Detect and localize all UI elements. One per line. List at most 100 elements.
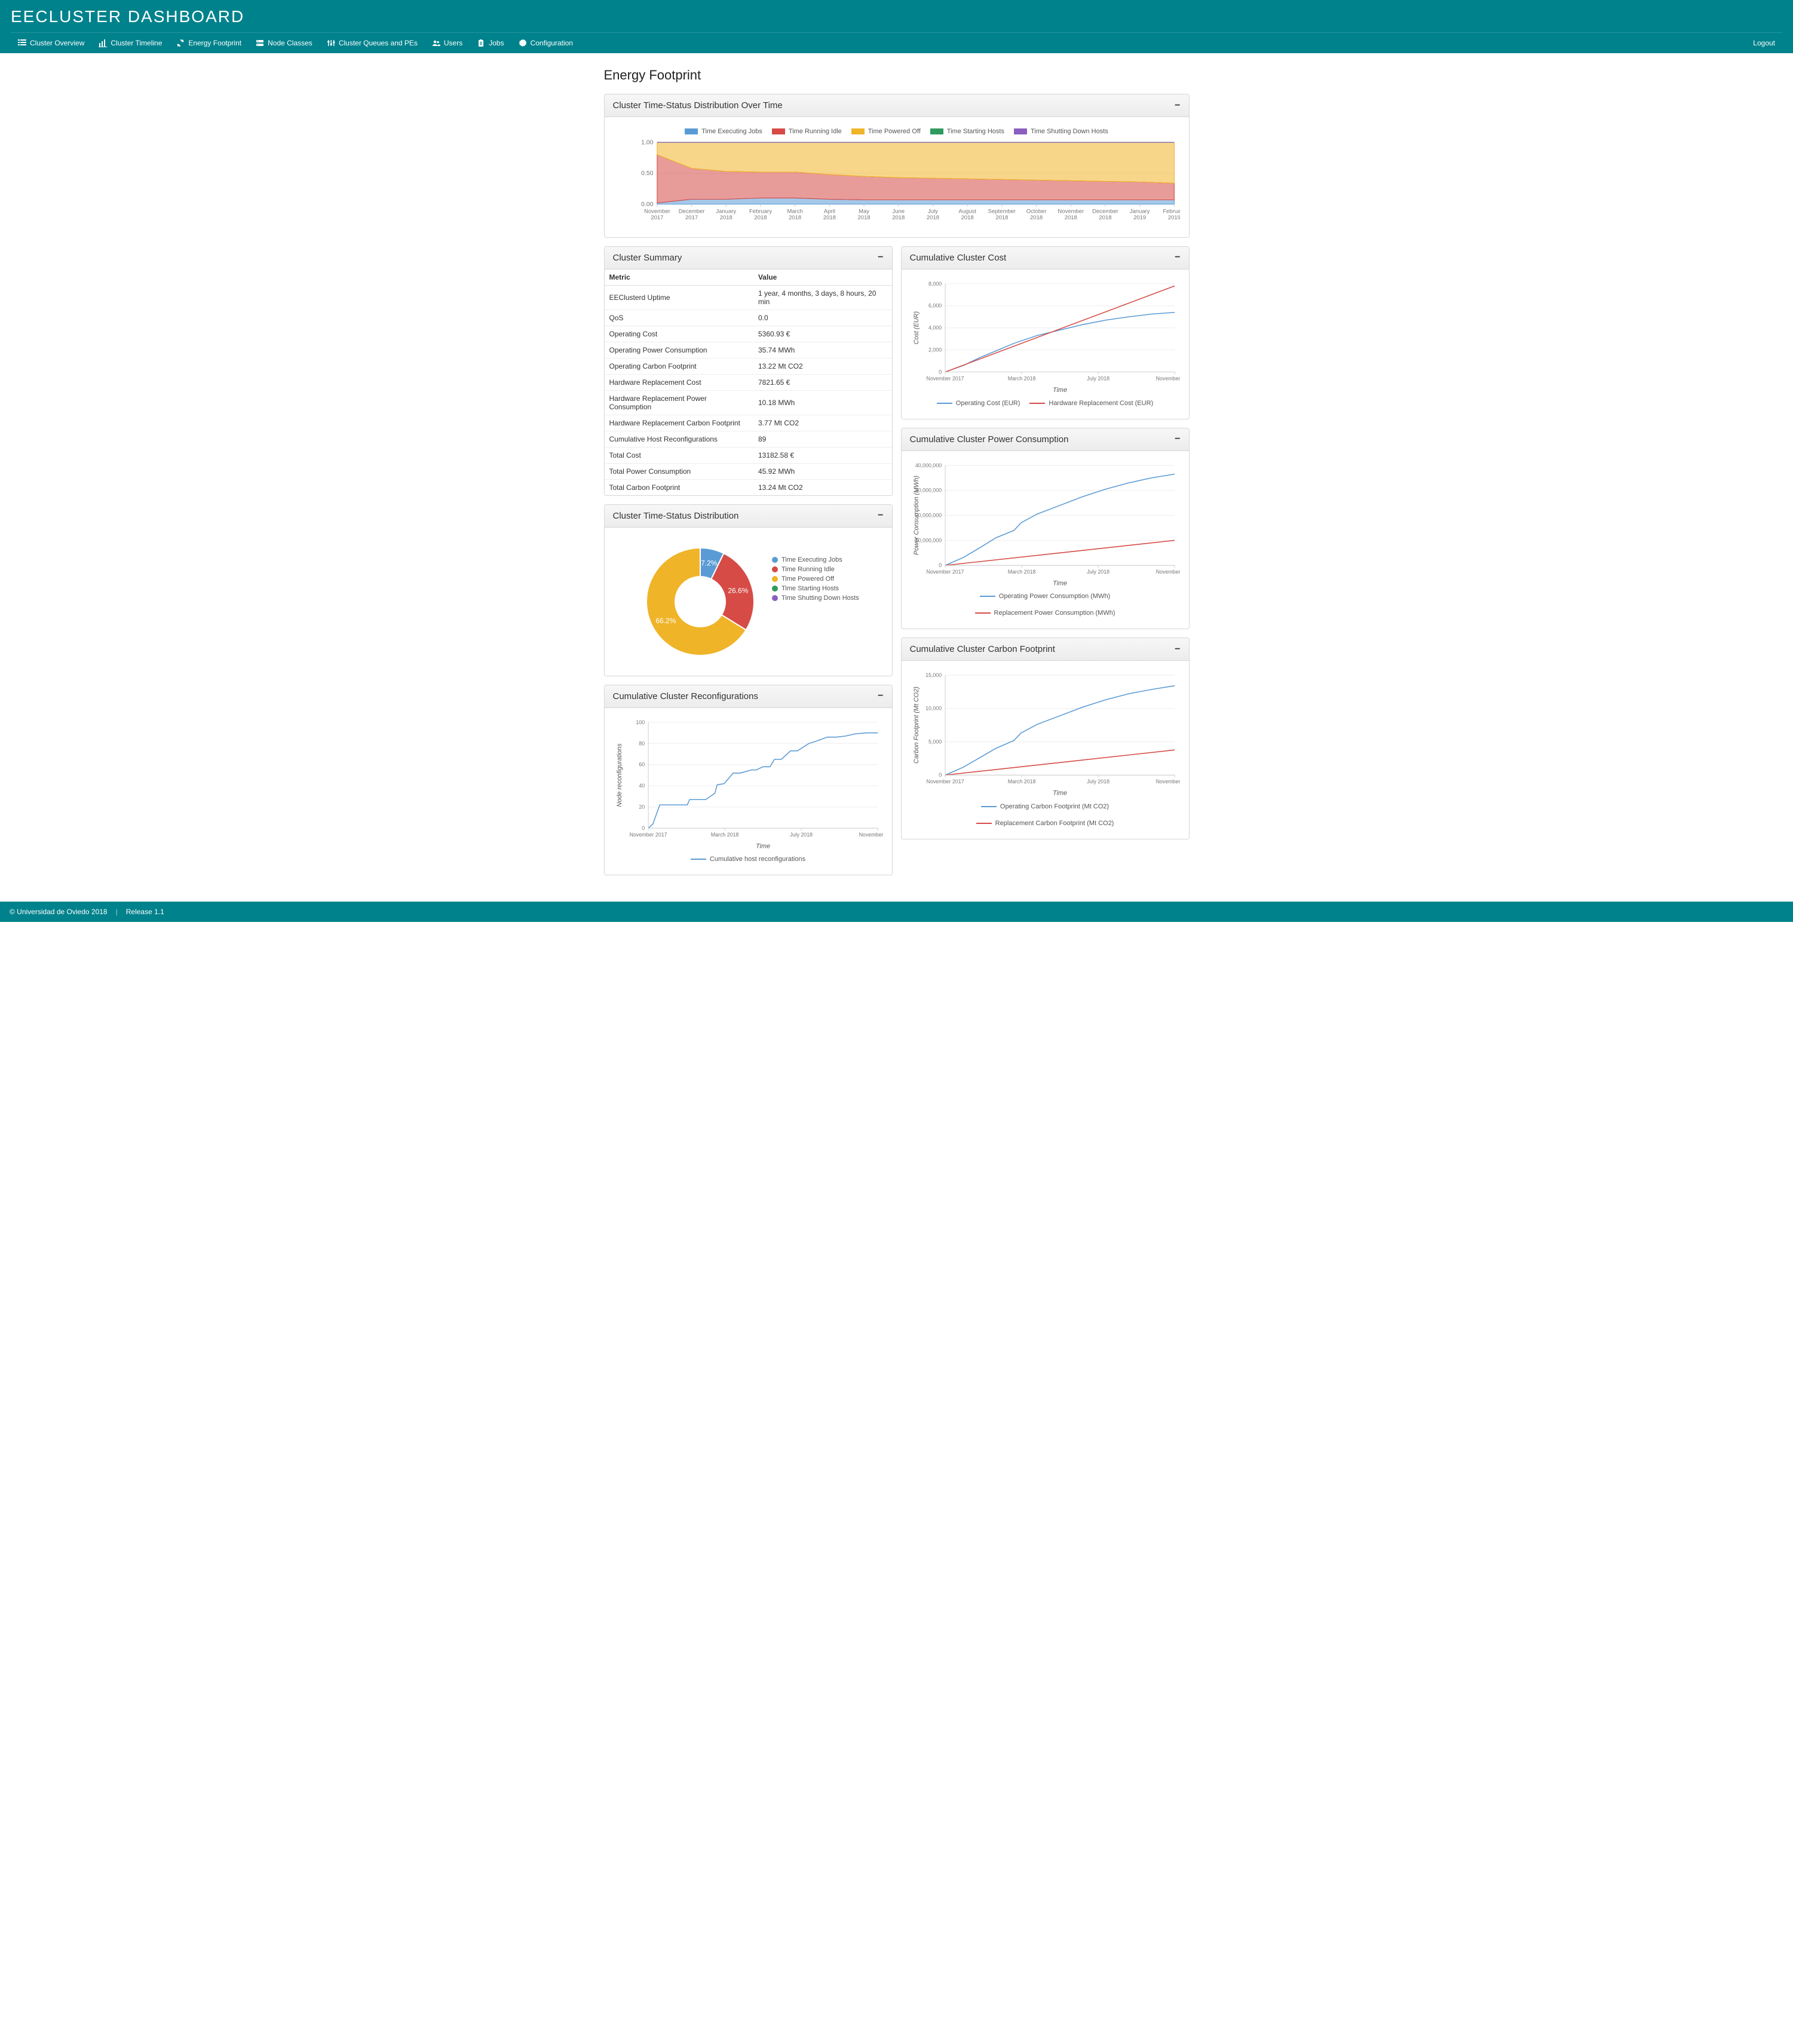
svg-text:December: December	[1092, 209, 1118, 215]
line-chart-carbon: 05,00010,00015,000November 2017March 201…	[910, 669, 1181, 799]
col-metric: Metric	[605, 269, 753, 286]
svg-text:80: 80	[639, 740, 645, 746]
nav-configuration[interactable]: Configuration	[511, 33, 580, 53]
table-row: Hardware Replacement Cost7821.65 €	[605, 374, 892, 390]
svg-text:2017: 2017	[685, 214, 698, 221]
table-row: Operating Carbon Footprint13.22 Mt CO2	[605, 358, 892, 374]
svg-text:10,000: 10,000	[925, 706, 942, 712]
sync-icon	[176, 39, 185, 47]
server-icon	[256, 39, 264, 47]
svg-text:40,000,000: 40,000,000	[915, 462, 941, 468]
table-row: Total Power Consumption45.92 MWh	[605, 463, 892, 479]
collapse-icon[interactable]: −	[878, 513, 883, 518]
svg-text:2018: 2018	[719, 214, 732, 221]
table-row: Operating Power Consumption35.74 MWh	[605, 342, 892, 358]
svg-text:1.00: 1.00	[641, 139, 654, 146]
svg-text:2017: 2017	[651, 214, 663, 221]
table-row: QoS0.0	[605, 309, 892, 326]
svg-text:2018: 2018	[1099, 214, 1111, 221]
svg-text:April: April	[823, 209, 835, 215]
svg-text:March 2018: March 2018	[710, 832, 738, 838]
svg-text:March 2018: March 2018	[1007, 779, 1035, 784]
svg-text:December: December	[678, 209, 704, 215]
svg-text:Time: Time	[1053, 580, 1067, 587]
svg-text:August: August	[958, 209, 976, 215]
svg-text:November 2018: November 2018	[1156, 375, 1180, 381]
svg-text:40: 40	[639, 783, 645, 789]
collapse-icon[interactable]: −	[1175, 255, 1180, 260]
svg-text:Carbon Footprint (Mt CO2): Carbon Footprint (Mt CO2)	[912, 687, 920, 764]
svg-text:May: May	[859, 209, 869, 215]
svg-text:November 2017: November 2017	[629, 832, 667, 838]
panel-cluster-summary: Cluster Summary − Metric Value EECluster…	[604, 246, 893, 496]
bar-chart-icon	[99, 39, 107, 47]
svg-text:March 2018: March 2018	[1007, 375, 1035, 381]
svg-text:7.2%: 7.2%	[701, 559, 718, 567]
nav-jobs[interactable]: Jobs	[470, 33, 511, 53]
collapse-icon[interactable]: −	[1175, 103, 1180, 108]
svg-text:2018: 2018	[926, 214, 939, 221]
svg-text:2019: 2019	[1133, 214, 1146, 221]
svg-text:November 2018: November 2018	[859, 832, 883, 838]
collapse-icon[interactable]: −	[1175, 437, 1180, 442]
svg-text:0: 0	[939, 369, 942, 375]
panel-title: Cluster Summary	[613, 253, 682, 263]
svg-text:0: 0	[939, 562, 942, 568]
svg-text:February: February	[1163, 209, 1181, 215]
svg-text:2019: 2019	[1167, 214, 1180, 221]
collapse-icon[interactable]: −	[878, 255, 883, 260]
collapse-icon[interactable]: −	[878, 694, 883, 698]
svg-text:January: January	[716, 209, 736, 215]
svg-text:June: June	[892, 209, 905, 215]
svg-text:100: 100	[636, 719, 645, 725]
panel-power: Cumulative Cluster Power Consumption − 0…	[901, 428, 1190, 630]
svg-text:26.6%: 26.6%	[728, 586, 748, 594]
table-row: Total Carbon Footprint13.24 Mt CO2	[605, 479, 892, 495]
svg-text:4,000: 4,000	[928, 324, 942, 330]
svg-text:July 2018: July 2018	[790, 832, 813, 838]
brand-title: EECLUSTER DASHBOARD	[11, 4, 1782, 32]
svg-text:Time: Time	[756, 842, 770, 850]
footer: © Universidad de Oviedo 2018 | Release 1…	[0, 902, 1793, 922]
nav-users[interactable]: Users	[425, 33, 470, 53]
collapse-icon[interactable]: −	[1175, 647, 1180, 652]
panel-title: Cumulative Cluster Reconfigurations	[613, 691, 758, 701]
nav-energy-footprint[interactable]: Energy Footprint	[169, 33, 249, 53]
svg-text:February: February	[749, 209, 772, 215]
nav-cluster-overview[interactable]: Cluster Overview	[11, 33, 91, 53]
table-row: Hardware Replacement Carbon Footprint3.7…	[605, 415, 892, 431]
panel-title: Cumulative Cluster Cost	[910, 253, 1007, 263]
footer-release: Release 1.1	[126, 908, 164, 916]
line-chart-cost: 02,0004,0006,0008,000November 2017March …	[910, 278, 1181, 396]
panel-title: Cluster Time-Status Distribution Over Ti…	[613, 100, 783, 111]
table-row: Total Cost13182.58 €	[605, 447, 892, 463]
svg-text:60: 60	[639, 761, 645, 767]
summary-table: Metric Value EEClusterd Uptime1 year, 4 …	[605, 269, 892, 495]
footer-copyright: © Universidad de Oviedo 2018	[10, 908, 108, 916]
svg-text:Time: Time	[1053, 790, 1067, 797]
svg-text:November 2017: November 2017	[926, 569, 964, 575]
donut-chart: 7.2% 26.6% 66.2%	[635, 536, 766, 667]
svg-text:March 2018: March 2018	[1007, 569, 1035, 575]
donut-legend: Time Executing JobsTime Running IdleTime…	[772, 536, 862, 604]
svg-text:2,000: 2,000	[928, 347, 942, 353]
logout-link[interactable]: Logout	[1746, 33, 1782, 53]
svg-text:July 2018: July 2018	[1087, 375, 1109, 381]
svg-text:October: October	[1026, 209, 1046, 215]
svg-text:2018: 2018	[1064, 214, 1077, 221]
svg-text:March: March	[787, 209, 802, 215]
svg-text:Time: Time	[1053, 387, 1067, 394]
svg-text:66.2%: 66.2%	[655, 617, 676, 625]
table-row: Cumulative Host Reconfigurations89	[605, 431, 892, 447]
svg-text:2018: 2018	[754, 214, 767, 221]
nav-cluster-timeline[interactable]: Cluster Timeline	[91, 33, 169, 53]
svg-text:July 2018: July 2018	[1087, 569, 1109, 575]
panel-time-status-over-time: Cluster Time-Status Distribution Over Ti…	[604, 94, 1190, 238]
svg-text:November 2017: November 2017	[926, 375, 964, 381]
clipboard-icon	[477, 39, 485, 47]
th-list-icon	[18, 39, 26, 47]
svg-text:September: September	[988, 209, 1015, 215]
nav-node-classes[interactable]: Node Classes	[249, 33, 320, 53]
nav-cluster-queues-and-pes[interactable]: Cluster Queues and PEs	[320, 33, 425, 53]
svg-text:November 2017: November 2017	[926, 779, 964, 784]
